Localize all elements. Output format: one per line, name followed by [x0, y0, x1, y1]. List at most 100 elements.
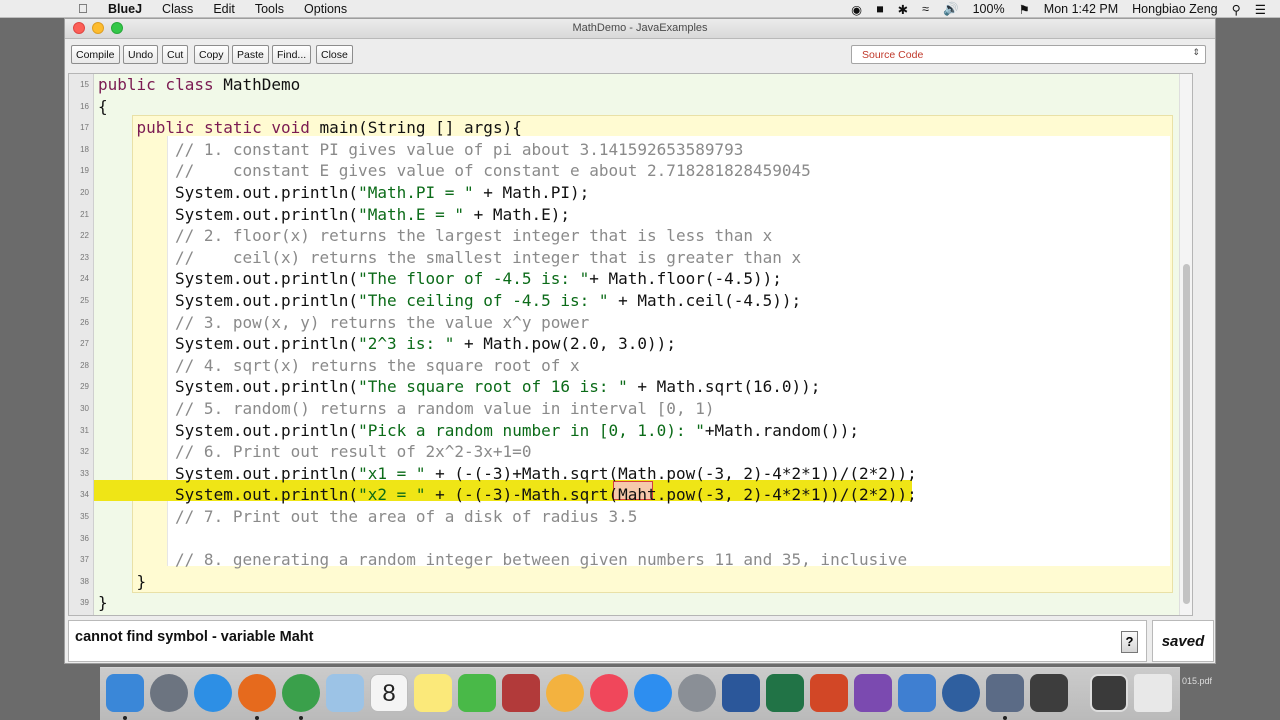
- notes-icon[interactable]: [414, 674, 452, 712]
- facetime-icon[interactable]: [458, 674, 496, 712]
- paste-button[interactable]: Paste: [232, 45, 269, 64]
- code-token: MathDemo: [223, 75, 301, 94]
- battery-percent[interactable]: 100%: [973, 2, 1005, 16]
- code-token: + (-(-3)-Math.sqrt(Maht.pow(-3, 2)-4*2*1…: [425, 485, 917, 505]
- calendar-icon[interactable]: 8: [370, 674, 408, 712]
- code-line[interactable]: 18 // 1. constant PI gives value of pi ab…: [69, 139, 1181, 161]
- code-line[interactable]: 22 // 2. floor(x) returns the largest int…: [69, 225, 1181, 247]
- launchpad-icon[interactable]: [150, 674, 188, 712]
- menu-bar:  BlueJ Class Edit Tools Options ◉ ■ ✱ ≈…: [0, 0, 1280, 18]
- code-token: + Math.floor(-4.5));: [589, 269, 782, 289]
- code-token: System.out.println(: [175, 269, 359, 289]
- view-mode-select[interactable]: Source Code ⇕: [851, 45, 1206, 64]
- code-line[interactable]: 37 // 8. generating a random integer betw…: [69, 549, 1181, 571]
- trash-icon[interactable]: [1134, 674, 1172, 712]
- bluej-project-icon[interactable]: [1030, 674, 1068, 712]
- desktop-file-label: 015.pdf: [1182, 676, 1213, 686]
- code-line[interactable]: 24 System.out.println("The floor of -4.5 …: [69, 268, 1181, 290]
- chrome-icon[interactable]: [282, 674, 320, 712]
- apple-menu-icon[interactable]: : [78, 1, 92, 16]
- code-token: + Math.sqrt(16.0));: [627, 377, 821, 397]
- find-button[interactable]: Find...: [272, 45, 312, 64]
- code-line[interactable]: 16 {: [69, 96, 1181, 118]
- menu-edit[interactable]: Edit: [213, 2, 235, 16]
- code-line[interactable]: 32 // 6. Print out result of 2x^2-3x+1=0: [69, 441, 1181, 463]
- menu-app-bluej[interactable]: BlueJ: [108, 2, 142, 16]
- code-line[interactable]: 20 System.out.println("Math.PI = " + Math…: [69, 182, 1181, 204]
- code-line[interactable]: 33 System.out.println("x1 = " + (-(-3)+Ma…: [69, 463, 1181, 485]
- code-line[interactable]: 19 // constant E gives value of constant …: [69, 160, 1181, 182]
- powerpoint-icon[interactable]: [810, 674, 848, 712]
- code-line[interactable]: 30 // 5. random() returns a random value …: [69, 398, 1181, 420]
- divx-icon[interactable]: [854, 674, 892, 712]
- comment-token: // 5. random() returns a random value in…: [175, 399, 715, 418]
- code-editor[interactable]: 15 public class MathDemo 16 {17 public stati…: [68, 73, 1193, 616]
- notification-icon[interactable]: ■: [876, 2, 884, 16]
- code-line[interactable]: 23 // ceil(x) returns the smallest intege…: [69, 247, 1181, 269]
- line-number: 31: [80, 425, 89, 435]
- code-token: }: [98, 593, 108, 613]
- line-number: 33: [80, 468, 89, 478]
- code-token: + Math.E);: [464, 204, 570, 224]
- volume-icon[interactable]: 🔊: [943, 2, 959, 17]
- compile-button[interactable]: Compile: [71, 45, 120, 64]
- menu-tools[interactable]: Tools: [255, 2, 284, 16]
- view-mode-value: Source Code: [862, 48, 924, 61]
- code-line[interactable]: 39}: [69, 592, 1181, 614]
- word-icon[interactable]: [722, 674, 760, 712]
- comment-token: // 1. constant PI gives value of pi abou…: [175, 139, 744, 159]
- itunes-icon[interactable]: [590, 674, 628, 712]
- undo-button[interactable]: Undo: [123, 45, 159, 64]
- bluetooth-icon[interactable]: ✱: [898, 2, 908, 17]
- code-text: System.out.println("Pick a random number…: [175, 420, 859, 442]
- clock[interactable]: Mon 1:42 PM: [1044, 2, 1118, 16]
- photo-booth-icon[interactable]: [502, 674, 540, 712]
- code-line[interactable]: 36: [69, 528, 1181, 550]
- string-token: "Math.PI = ": [358, 183, 474, 202]
- error-help-button[interactable]: ?: [1121, 631, 1138, 653]
- code-line[interactable]: 15 public class MathDemo: [69, 74, 1181, 96]
- firefox-icon[interactable]: [238, 674, 276, 712]
- cut-button[interactable]: Cut: [162, 45, 189, 64]
- finder-icon[interactable]: [106, 674, 144, 712]
- contacts-icon[interactable]: [326, 674, 364, 712]
- string-token: "Pick a random number in [0, 1.0): ": [358, 420, 705, 440]
- code-line[interactable]: 21 System.out.println("Math.E = " + Math.…: [69, 204, 1181, 226]
- user-name[interactable]: Hongbiao Zeng: [1132, 2, 1217, 16]
- code-line[interactable]: 34 System.out.println("x2 = " + (-(-3)-Ma…: [69, 484, 1181, 506]
- flag-icon[interactable]: ⚑: [1019, 2, 1030, 17]
- vertical-scrollbar[interactable]: [1179, 74, 1192, 615]
- notification-center-icon[interactable]: ☰: [1255, 2, 1266, 17]
- close-button[interactable]: Close: [316, 45, 353, 64]
- app-store-icon[interactable]: [634, 674, 672, 712]
- spotlight-search-icon[interactable]: ⚲: [1232, 2, 1241, 17]
- code-text: System.out.println("Math.PI = " + Math.P…: [175, 182, 589, 204]
- comment-token: // ceil(x) returns the smallest integer …: [175, 247, 802, 267]
- document-window-icon[interactable]: [1090, 674, 1128, 712]
- record-icon[interactable]: ◉: [851, 2, 862, 17]
- code-line[interactable]: 17 public static void main(String [] args…: [69, 117, 1181, 139]
- code-line[interactable]: 25 System.out.println("The ceiling of -4.…: [69, 290, 1181, 312]
- code-token: System.out.println(: [175, 334, 359, 354]
- photos-icon[interactable]: [546, 674, 584, 712]
- code-line[interactable]: 31 System.out.println("Pick a random numb…: [69, 420, 1181, 442]
- menu-options[interactable]: Options: [304, 2, 347, 16]
- safari-icon[interactable]: [194, 674, 232, 712]
- copy-button[interactable]: Copy: [194, 45, 229, 64]
- quicktime-icon[interactable]: [942, 674, 980, 712]
- code-line[interactable]: 29 System.out.println("The square root of…: [69, 376, 1181, 398]
- scrollbar-thumb[interactable]: [1183, 264, 1190, 604]
- code-line[interactable]: 27 System.out.println("2^3 is: " + Math.p…: [69, 333, 1181, 355]
- code-line[interactable]: 38}: [69, 571, 1181, 593]
- code-line[interactable]: 35 // 7. Print out the area of a disk of …: [69, 506, 1181, 528]
- menu-class[interactable]: Class: [162, 2, 193, 16]
- line-number: 25: [80, 296, 89, 305]
- bluej-icon[interactable]: [986, 674, 1024, 712]
- string-token: "The ceiling of -4.5 is: ": [358, 291, 609, 310]
- xcode-icon[interactable]: [898, 674, 936, 712]
- code-line[interactable]: 28 // 4. sqrt(x) returns the square root …: [69, 355, 1181, 377]
- system-preferences-icon[interactable]: [678, 674, 716, 712]
- wifi-icon[interactable]: ≈: [922, 2, 929, 16]
- code-line[interactable]: 26 // 3. pow(x, y) returns the value x^y …: [69, 312, 1181, 334]
- excel-icon[interactable]: [766, 674, 804, 712]
